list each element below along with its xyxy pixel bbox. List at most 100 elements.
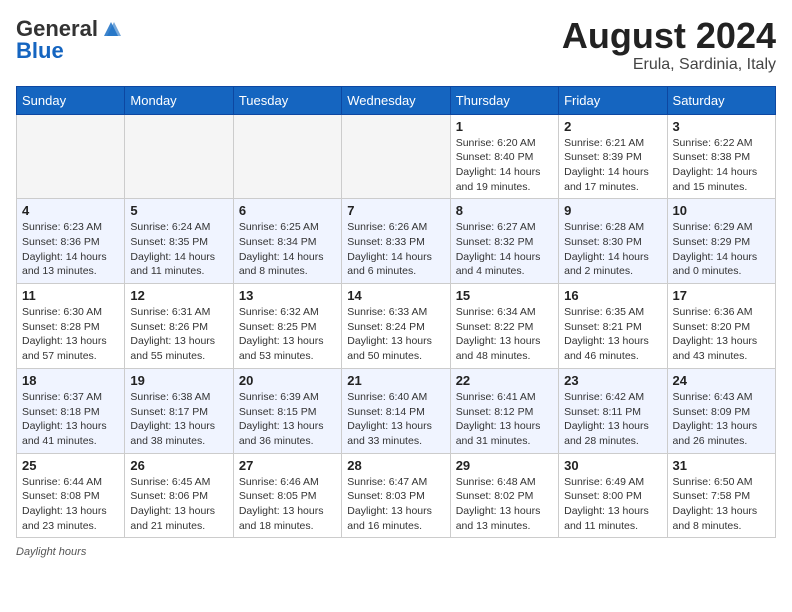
calendar-header-row: SundayMondayTuesdayWednesdayThursdayFrid… xyxy=(17,86,776,114)
day-info: Sunrise: 6:25 AM Sunset: 8:34 PM Dayligh… xyxy=(239,220,336,279)
day-number: 24 xyxy=(673,373,770,388)
calendar-week-row: 1 Sunrise: 6:20 AM Sunset: 8:40 PM Daylig… xyxy=(17,114,776,199)
calendar-day-cell: 11 Sunrise: 6:30 AM Sunset: 8:28 PM Dayli… xyxy=(17,284,125,369)
day-info: Sunrise: 6:39 AM Sunset: 8:15 PM Dayligh… xyxy=(239,390,336,449)
calendar-empty-cell xyxy=(125,114,233,199)
calendar-day-cell: 13 Sunrise: 6:32 AM Sunset: 8:25 PM Dayli… xyxy=(233,284,341,369)
day-info: Sunrise: 6:45 AM Sunset: 8:06 PM Dayligh… xyxy=(130,475,227,534)
day-info: Sunrise: 6:24 AM Sunset: 8:35 PM Dayligh… xyxy=(130,220,227,279)
day-number: 19 xyxy=(130,373,227,388)
page-header: General Blue August 2024 Erula, Sardinia… xyxy=(16,16,776,74)
calendar-day-cell: 23Sunrise: 6:42 AM Sunset: 8:11 PM Dayli… xyxy=(559,368,667,453)
col-header-sunday: Sunday xyxy=(17,86,125,114)
calendar-day-cell: 26Sunrise: 6:45 AM Sunset: 8:06 PM Dayli… xyxy=(125,453,233,538)
day-info: Sunrise: 6:48 AM Sunset: 8:02 PM Dayligh… xyxy=(456,475,553,534)
day-number: 30 xyxy=(564,458,661,473)
calendar-day-cell: 12 Sunrise: 6:31 AM Sunset: 8:26 PM Dayli… xyxy=(125,284,233,369)
day-info: Sunrise: 6:33 AM Sunset: 8:24 PM Dayligh… xyxy=(347,305,444,364)
day-number: 28 xyxy=(347,458,444,473)
day-info: Sunrise: 6:26 AM Sunset: 8:33 PM Dayligh… xyxy=(347,220,444,279)
day-info: Sunrise: 6:32 AM Sunset: 8:25 PM Dayligh… xyxy=(239,305,336,364)
day-info: Sunrise: 6:21 AM Sunset: 8:39 PM Dayligh… xyxy=(564,136,661,195)
calendar-day-cell: 16 Sunrise: 6:35 AM Sunset: 8:21 PM Dayli… xyxy=(559,284,667,369)
day-number: 17 xyxy=(673,288,770,303)
logo-icon xyxy=(100,18,122,40)
calendar-week-row: 11 Sunrise: 6:30 AM Sunset: 8:28 PM Dayli… xyxy=(17,284,776,369)
day-number: 16 xyxy=(564,288,661,303)
day-info: Sunrise: 6:30 AM Sunset: 8:28 PM Dayligh… xyxy=(22,305,119,364)
day-number: 6 xyxy=(239,203,336,218)
day-info: Sunrise: 6:43 AM Sunset: 8:09 PM Dayligh… xyxy=(673,390,770,449)
footer-label: Daylight hours xyxy=(16,546,86,558)
day-info: Sunrise: 6:22 AM Sunset: 8:38 PM Dayligh… xyxy=(673,136,770,195)
day-info: Sunrise: 6:20 AM Sunset: 8:40 PM Dayligh… xyxy=(456,136,553,195)
location: Erula, Sardinia, Italy xyxy=(562,56,776,74)
day-number: 22 xyxy=(456,373,553,388)
calendar-day-cell: 20 Sunrise: 6:39 AM Sunset: 8:15 PM Dayli… xyxy=(233,368,341,453)
day-info: Sunrise: 6:35 AM Sunset: 8:21 PM Dayligh… xyxy=(564,305,661,364)
day-info: Sunrise: 6:41 AM Sunset: 8:12 PM Dayligh… xyxy=(456,390,553,449)
calendar-day-cell: 5 Sunrise: 6:24 AM Sunset: 8:35 PM Daylig… xyxy=(125,199,233,284)
calendar-day-cell: 3 Sunrise: 6:22 AM Sunset: 8:38 PM Daylig… xyxy=(667,114,775,199)
day-info: Sunrise: 6:46 AM Sunset: 8:05 PM Dayligh… xyxy=(239,475,336,534)
calendar-day-cell: 30 Sunrise: 6:49 AM Sunset: 8:00 PM Dayli… xyxy=(559,453,667,538)
day-number: 14 xyxy=(347,288,444,303)
calendar-day-cell: 29 Sunrise: 6:48 AM Sunset: 8:02 PM Dayli… xyxy=(450,453,558,538)
calendar-day-cell: 7Sunrise: 6:26 AM Sunset: 8:33 PM Daylig… xyxy=(342,199,450,284)
day-number: 10 xyxy=(673,203,770,218)
calendar-day-cell: 28 Sunrise: 6:47 AM Sunset: 8:03 PM Dayli… xyxy=(342,453,450,538)
calendar-week-row: 4Sunrise: 6:23 AM Sunset: 8:36 PM Daylig… xyxy=(17,199,776,284)
calendar-day-cell: 27 Sunrise: 6:46 AM Sunset: 8:05 PM Dayli… xyxy=(233,453,341,538)
logo: General Blue xyxy=(16,16,122,64)
day-info: Sunrise: 6:34 AM Sunset: 8:22 PM Dayligh… xyxy=(456,305,553,364)
day-info: Sunrise: 6:44 AM Sunset: 8:08 PM Dayligh… xyxy=(22,475,119,534)
calendar-day-cell: 9 Sunrise: 6:28 AM Sunset: 8:30 PM Daylig… xyxy=(559,199,667,284)
calendar-day-cell: 1 Sunrise: 6:20 AM Sunset: 8:40 PM Daylig… xyxy=(450,114,558,199)
day-info: Sunrise: 6:47 AM Sunset: 8:03 PM Dayligh… xyxy=(347,475,444,534)
calendar-empty-cell xyxy=(233,114,341,199)
day-number: 18 xyxy=(22,373,119,388)
day-number: 23 xyxy=(564,373,661,388)
day-number: 11 xyxy=(22,288,119,303)
col-header-tuesday: Tuesday xyxy=(233,86,341,114)
calendar-day-cell: 31Sunrise: 6:50 AM Sunset: 7:58 PM Dayli… xyxy=(667,453,775,538)
day-number: 8 xyxy=(456,203,553,218)
day-number: 3 xyxy=(673,119,770,134)
month-title: August 2024 xyxy=(562,16,776,56)
day-number: 25 xyxy=(22,458,119,473)
calendar-day-cell: 10Sunrise: 6:29 AM Sunset: 8:29 PM Dayli… xyxy=(667,199,775,284)
calendar-day-cell: 21Sunrise: 6:40 AM Sunset: 8:14 PM Dayli… xyxy=(342,368,450,453)
day-number: 31 xyxy=(673,458,770,473)
calendar-day-cell: 24 Sunrise: 6:43 AM Sunset: 8:09 PM Dayli… xyxy=(667,368,775,453)
calendar-day-cell: 25 Sunrise: 6:44 AM Sunset: 8:08 PM Dayli… xyxy=(17,453,125,538)
day-info: Sunrise: 6:28 AM Sunset: 8:30 PM Dayligh… xyxy=(564,220,661,279)
day-number: 15 xyxy=(456,288,553,303)
calendar-day-cell: 14 Sunrise: 6:33 AM Sunset: 8:24 PM Dayli… xyxy=(342,284,450,369)
col-header-wednesday: Wednesday xyxy=(342,86,450,114)
calendar-day-cell: 6 Sunrise: 6:25 AM Sunset: 8:34 PM Daylig… xyxy=(233,199,341,284)
day-info: Sunrise: 6:36 AM Sunset: 8:20 PM Dayligh… xyxy=(673,305,770,364)
day-number: 13 xyxy=(239,288,336,303)
day-number: 21 xyxy=(347,373,444,388)
day-info: Sunrise: 6:49 AM Sunset: 8:00 PM Dayligh… xyxy=(564,475,661,534)
calendar-day-cell: 17 Sunrise: 6:36 AM Sunset: 8:20 PM Dayli… xyxy=(667,284,775,369)
day-number: 1 xyxy=(456,119,553,134)
calendar-empty-cell xyxy=(342,114,450,199)
day-number: 12 xyxy=(130,288,227,303)
footer: Daylight hours xyxy=(16,546,776,558)
day-number: 4 xyxy=(22,203,119,218)
calendar-week-row: 25 Sunrise: 6:44 AM Sunset: 8:08 PM Dayli… xyxy=(17,453,776,538)
calendar-day-cell: 19 Sunrise: 6:38 AM Sunset: 8:17 PM Dayli… xyxy=(125,368,233,453)
day-info: Sunrise: 6:31 AM Sunset: 8:26 PM Dayligh… xyxy=(130,305,227,364)
day-info: Sunrise: 6:38 AM Sunset: 8:17 PM Dayligh… xyxy=(130,390,227,449)
day-info: Sunrise: 6:27 AM Sunset: 8:32 PM Dayligh… xyxy=(456,220,553,279)
day-number: 9 xyxy=(564,203,661,218)
day-number: 29 xyxy=(456,458,553,473)
day-number: 20 xyxy=(239,373,336,388)
day-number: 27 xyxy=(239,458,336,473)
calendar-table: SundayMondayTuesdayWednesdayThursdayFrid… xyxy=(16,86,776,539)
title-block: August 2024 Erula, Sardinia, Italy xyxy=(562,16,776,74)
day-number: 2 xyxy=(564,119,661,134)
day-info: Sunrise: 6:37 AM Sunset: 8:18 PM Dayligh… xyxy=(22,390,119,449)
day-number: 5 xyxy=(130,203,227,218)
